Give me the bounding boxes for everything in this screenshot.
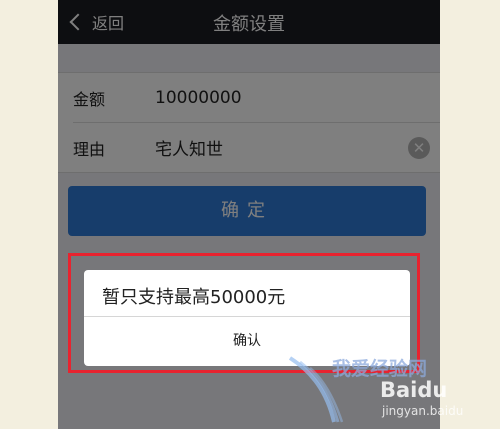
watermark-text: 我爱经验网 xyxy=(332,358,428,380)
watermark-brand: Baidu xyxy=(380,378,448,402)
page-margin-left xyxy=(0,0,58,429)
watermark-url: jingyan.baidu xyxy=(382,404,464,418)
dialog-message: 暂只支持最高50000元 xyxy=(102,287,286,308)
baidu-watermark: 我爱经验网 Baidu jingyan.baidu xyxy=(288,352,500,429)
